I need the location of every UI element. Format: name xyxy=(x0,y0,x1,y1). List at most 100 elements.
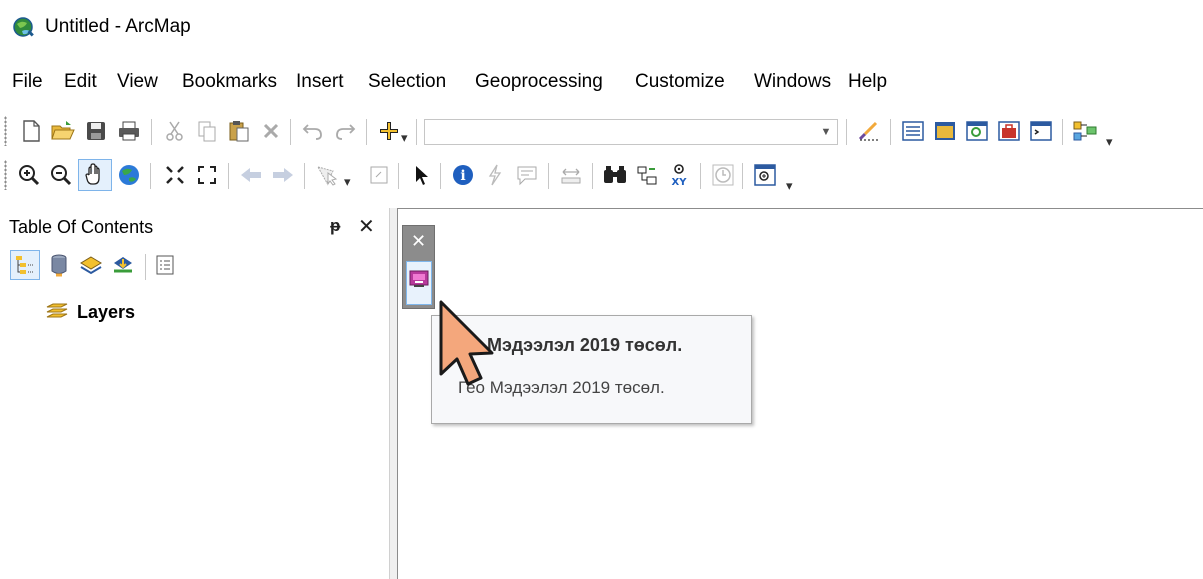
toolbar-separator xyxy=(416,119,417,145)
pan-icon[interactable] xyxy=(78,159,112,191)
menu-geoprocessing[interactable]: Geoprocessing xyxy=(475,71,603,93)
add-data-dropdown-arrow[interactable]: ▾ xyxy=(401,130,408,146)
toc-title: Table Of Contents xyxy=(9,217,154,237)
fixed-zoom-out-icon[interactable] xyxy=(190,159,224,191)
menu-bookmarks[interactable]: Bookmarks xyxy=(182,71,277,93)
tools-toolbar: ▾ i XY ▾ xyxy=(0,152,1203,198)
back-extent-icon[interactable] xyxy=(234,159,268,191)
toolbar-separator xyxy=(228,163,229,189)
toolbar-grip[interactable] xyxy=(4,160,7,190)
toolbar-separator xyxy=(700,163,701,189)
close-icon[interactable]: ✕ xyxy=(411,231,426,252)
menu-customize[interactable]: Customize xyxy=(635,71,725,93)
list-by-source-icon[interactable] xyxy=(44,250,74,280)
mongolian-tool-button[interactable] xyxy=(406,261,432,305)
mouse-pointer-icon xyxy=(439,300,494,386)
go-to-xy-icon[interactable]: XY xyxy=(662,159,696,191)
toolbar-grip[interactable] xyxy=(4,116,7,146)
layers-icon xyxy=(46,303,68,318)
pin-icon[interactable]: ᵽ xyxy=(330,216,340,236)
forward-extent-icon[interactable] xyxy=(266,159,300,191)
toolbar-separator xyxy=(440,163,441,189)
table-of-contents-panel: Table Of Contents ᵽ ✕ Layers xyxy=(0,208,389,579)
paste-icon[interactable] xyxy=(222,115,256,147)
arcmap-globe-icon xyxy=(13,17,34,37)
fixed-zoom-in-icon[interactable] xyxy=(158,159,192,191)
menu-bar: File Edit View Bookmarks Insert Selectio… xyxy=(0,62,1203,102)
toolbar-separator xyxy=(398,163,399,189)
select-features-icon[interactable] xyxy=(310,159,344,191)
select-elements-icon[interactable] xyxy=(404,159,438,191)
zoom-out-icon[interactable] xyxy=(44,159,78,191)
search-window-icon[interactable] xyxy=(960,115,994,147)
clear-selection-icon[interactable] xyxy=(362,159,396,191)
redo-icon[interactable] xyxy=(328,115,362,147)
delete-icon[interactable] xyxy=(254,115,288,147)
menu-selection[interactable]: Selection xyxy=(368,71,446,93)
undo-icon[interactable] xyxy=(296,115,330,147)
toolbar-separator xyxy=(366,119,367,145)
toolbar-separator xyxy=(548,163,549,189)
list-by-visibility-icon[interactable] xyxy=(76,250,106,280)
menu-help[interactable]: Help xyxy=(848,71,887,93)
close-icon[interactable]: ✕ xyxy=(358,214,375,239)
toolbar-separator xyxy=(890,119,891,145)
menu-insert[interactable]: Insert xyxy=(296,71,344,93)
floating-toolbar: ✕ xyxy=(402,225,435,309)
layers-data-frame[interactable]: Layers xyxy=(45,299,135,325)
title-bar: Untitled - ArcMap xyxy=(0,0,1203,58)
toolbar-separator xyxy=(151,119,152,145)
layers-label: Layers xyxy=(77,301,136,322)
table-of-contents-icon[interactable] xyxy=(896,115,930,147)
new-document-icon[interactable] xyxy=(14,115,48,147)
print-icon[interactable] xyxy=(112,115,146,147)
menu-windows[interactable]: Windows xyxy=(754,71,831,93)
copy-icon[interactable] xyxy=(190,115,224,147)
svg-text:i: i xyxy=(460,168,465,184)
toolbar-separator xyxy=(846,119,847,145)
mongolian-tool-icon xyxy=(409,270,429,287)
html-popup-icon[interactable] xyxy=(510,159,544,191)
model-builder-icon[interactable] xyxy=(1068,115,1102,147)
find-icon[interactable] xyxy=(598,159,632,191)
toolbar-separator xyxy=(290,119,291,145)
toolbar-overflow-icon[interactable]: ▾ xyxy=(1106,134,1113,150)
full-extent-icon[interactable] xyxy=(112,159,146,191)
list-by-drawing-order-icon[interactable] xyxy=(10,250,40,280)
menu-file[interactable]: File xyxy=(12,71,43,93)
catalog-window-icon[interactable] xyxy=(928,115,962,147)
toolbar-separator xyxy=(592,163,593,189)
chevron-down-icon[interactable]: ▼ xyxy=(815,120,837,144)
editor-toolbar-icon[interactable] xyxy=(852,115,886,147)
list-by-selection-icon[interactable] xyxy=(108,250,138,280)
open-icon[interactable] xyxy=(46,115,80,147)
scale-dropdown[interactable]: ▼ xyxy=(424,119,838,145)
toolbar-separator xyxy=(1062,119,1063,145)
toolbar-overflow-icon[interactable]: ▾ xyxy=(786,178,793,194)
svg-text:XY: XY xyxy=(672,177,688,187)
arctoolbox-icon[interactable] xyxy=(992,115,1026,147)
magnifier-window-icon[interactable] xyxy=(748,159,782,191)
save-icon[interactable] xyxy=(79,115,113,147)
menu-edit[interactable]: Edit xyxy=(64,71,97,93)
toc-toolbar xyxy=(0,248,389,284)
tooltip-title: Мэдээлэл 2019 төсөл. xyxy=(487,335,683,355)
find-route-icon[interactable] xyxy=(630,159,664,191)
zoom-in-icon[interactable] xyxy=(12,159,46,191)
python-window-icon[interactable] xyxy=(1024,115,1058,147)
select-dropdown-arrow[interactable]: ▾ xyxy=(344,174,351,190)
menu-view[interactable]: View xyxy=(117,71,158,93)
cut-icon[interactable] xyxy=(158,115,192,147)
options-icon[interactable] xyxy=(150,250,180,280)
toolbar-separator xyxy=(150,163,151,189)
toolbar-separator xyxy=(742,163,743,189)
hyperlink-icon[interactable] xyxy=(478,159,512,191)
standard-toolbar: ▾ ▼ ▾ xyxy=(0,108,1203,154)
time-slider-icon[interactable] xyxy=(706,159,740,191)
identify-icon[interactable]: i xyxy=(446,159,480,191)
toolbar-separator xyxy=(304,163,305,189)
window-title: Untitled - ArcMap xyxy=(45,16,191,37)
panel-splitter[interactable] xyxy=(389,208,397,579)
toolbar-separator xyxy=(145,254,146,280)
measure-icon[interactable] xyxy=(554,159,588,191)
